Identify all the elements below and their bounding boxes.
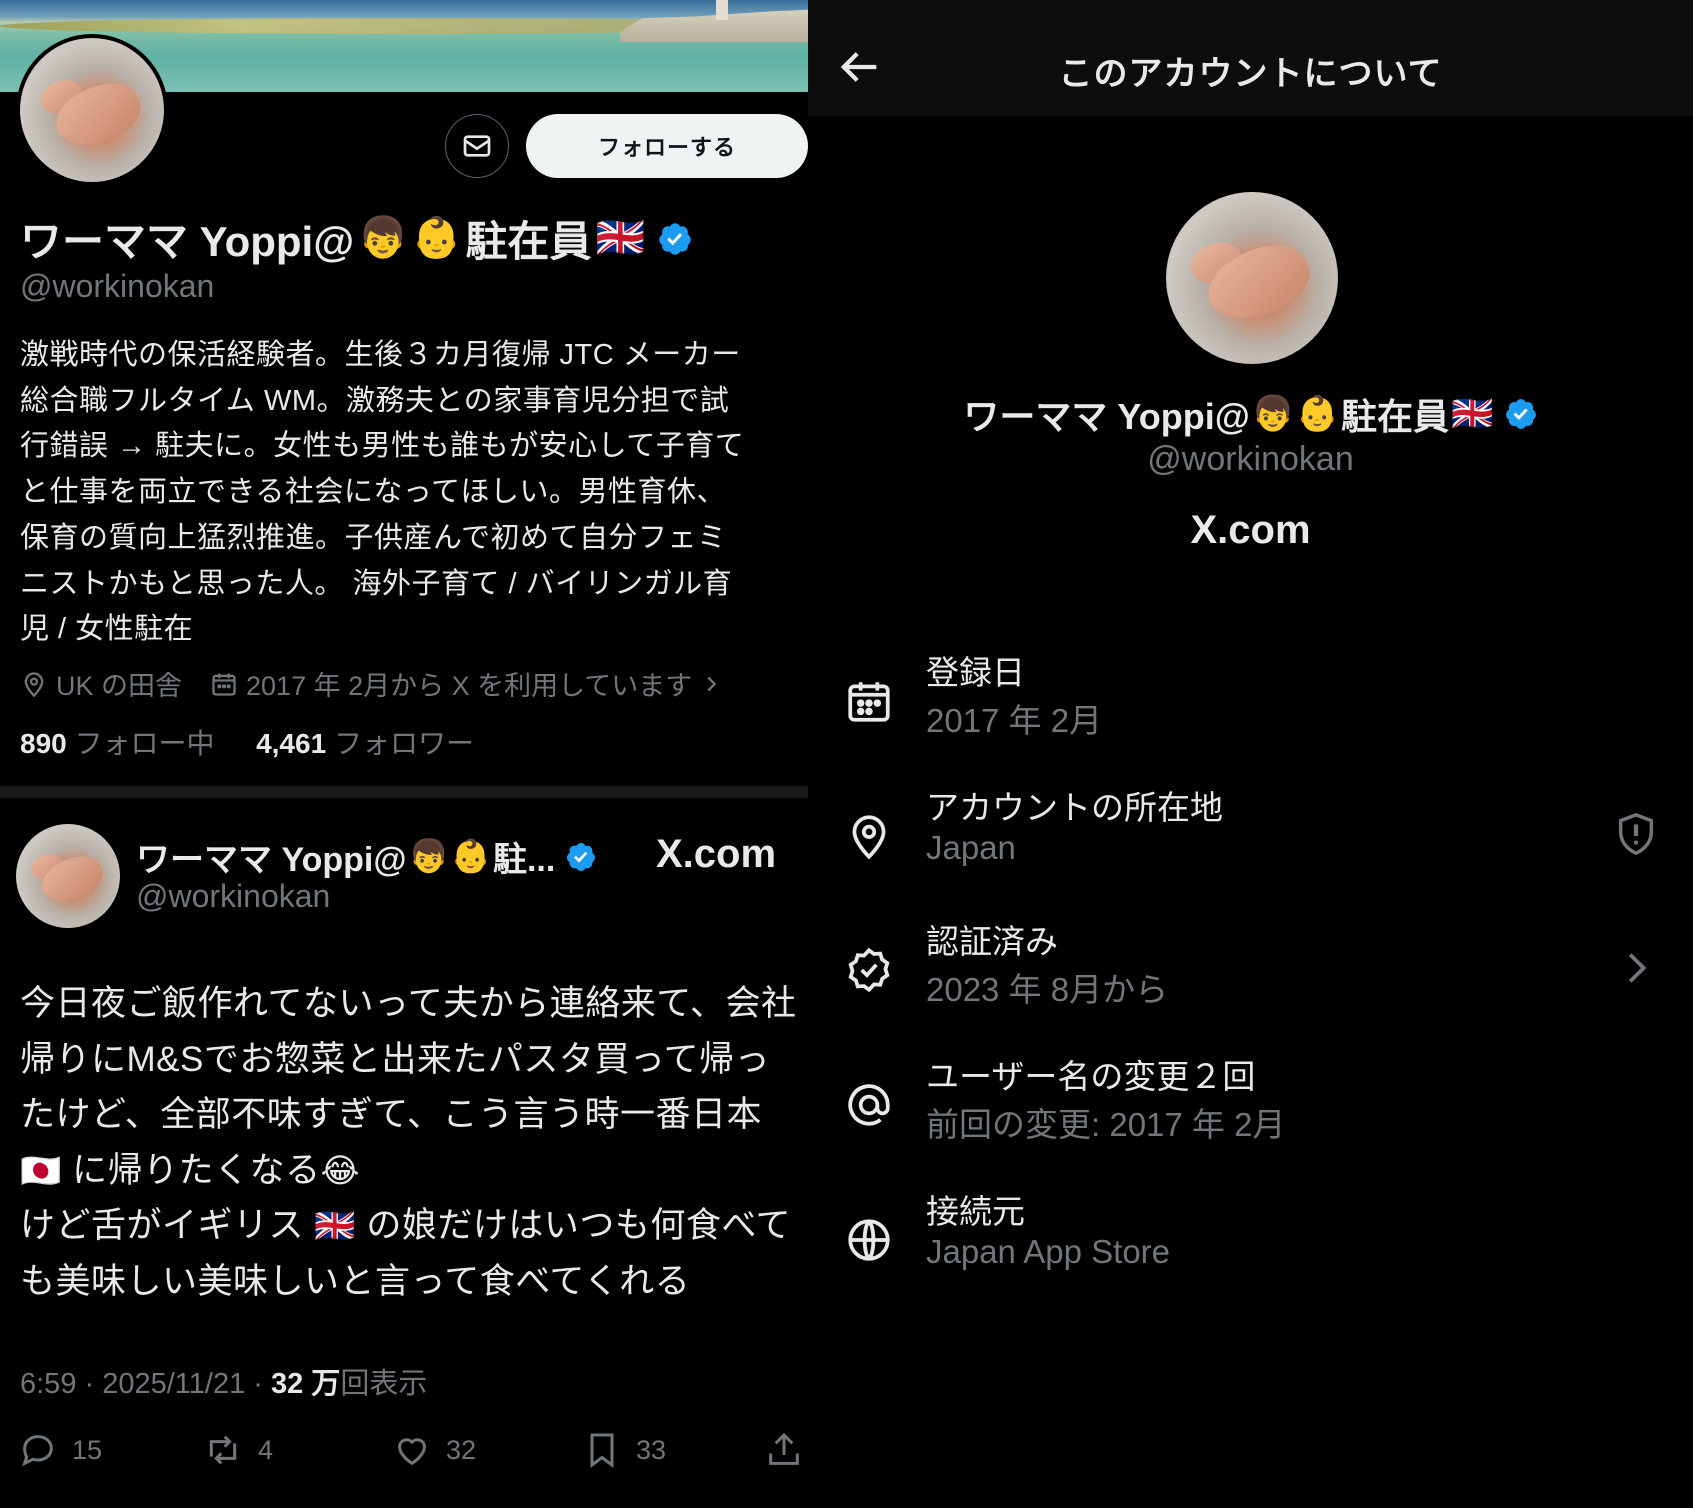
about-account-panel: このアカウントについて ワーママ Yoppi@ 👦 👶 駐在員 🇬🇧 @work… [808,0,1693,1508]
chevron-right-icon [707,676,717,691]
section-divider [0,786,808,798]
shield-alert-icon[interactable] [1613,809,1659,859]
x-logo-text: X.com [1190,508,1311,552]
row-username-changes: ユーザー名の変更２回 前回の変更: 2017 年 2月 [808,1050,1693,1160]
profile-handle: @workinokan [20,268,215,304]
verified-badge-icon[interactable] [657,221,693,257]
mail-icon [463,135,491,157]
profile-meta: UK の田舎 2017 年 2月から X を利用しています [20,664,750,703]
profile-avatar[interactable] [16,34,168,186]
tweet-text: 今日夜ご飯作れてないって夫から連絡来て、会社 帰りにM&Sでお惣菜と出来たパスタ… [20,984,797,1301]
uk-flag-emoji: 🇬🇧 [1451,394,1494,433]
heart-icon [397,1438,427,1466]
uk-flag-emoji: 🇬🇧 [595,215,646,260]
profile-display-name: ワーママ Yoppi@ 👦 👶 駐在員 🇬🇧 [20,208,693,269]
bookmark-button[interactable]: 33 [582,1430,666,1470]
retweet-icon [209,1435,237,1465]
about-display-name: ワーママ Yoppi@ 👦 👶 駐在員 🇬🇧 [808,388,1693,440]
about-avatar [1166,192,1338,364]
reply-button[interactable]: 15 [18,1430,102,1470]
tweet-timestamp[interactable]: 6:59 · 2025/11/21 · 32 万回表示 [20,1360,427,1402]
verified-badge-icon [565,841,597,873]
page-title: このアカウントについて [1058,55,1443,93]
boy-emoji: 👦 [408,838,449,875]
tweet-avatar[interactable] [16,824,120,928]
boy-emoji: 👦 [1251,394,1295,433]
calendar-icon [212,673,236,696]
profile-joined[interactable]: 2017 年 2月から X を利用しています [210,664,722,703]
x-logo-text: X.com [656,832,777,876]
chevron-right-icon [1628,953,1647,983]
uk-flag-emoji: 🇬🇧 [314,1208,357,1245]
profile-location: UK の田舎 [20,664,182,703]
at-icon [848,1084,890,1126]
retweet-button[interactable]: 4 [202,1430,273,1470]
about-header: このアカウントについて [808,0,1693,116]
following-link[interactable]: 890 フォロー中 [20,728,215,759]
profile-bio: 激戦時代の保活経験者。生後３カ月復帰 JTC メーカー 総合職フルタイム WM。… [20,339,745,646]
laughing-emoji: 😂 [320,1152,361,1190]
row-account-location: アカウントの所在地 Japan [808,781,1693,891]
profile-stats: 890 フォロー中 4,461 フォロワー [20,722,474,762]
follow-button[interactable]: フォローする [526,114,808,178]
row-verified[interactable]: 認証済み 2023 年 8月から [808,915,1693,1025]
row-connected-via: 接続元 Japan App Store [808,1185,1693,1295]
verified-badge-icon [848,947,890,993]
tweet-author-handle[interactable]: @workinokan [136,878,330,915]
globe-icon [848,1219,890,1261]
profile-panel: フォローする ワーママ Yoppi@ 👦 👶 駐在員 🇬🇧 @workinoka… [0,0,808,1508]
bookmark-icon [590,1433,614,1468]
row-joined-date: 登録日 2017 年 2月 [808,646,1693,756]
baby-emoji: 👶 [411,215,462,260]
about-handle: @workinokan [1147,440,1354,478]
followers-link[interactable]: 4,461 フォロワー [256,728,474,759]
tweet-author-name[interactable]: ワーママ Yoppi@ 👦 👶 駐... [136,832,597,881]
verified-badge-icon [1504,397,1538,431]
japan-flag-emoji: 🇯🇵 [20,1152,62,1190]
tweet-actions: 15 4 32 33 [18,1430,808,1480]
message-button[interactable] [445,114,509,178]
like-button[interactable]: 32 [392,1430,476,1470]
boy-emoji: 👦 [358,215,408,260]
location-pin-icon [24,671,44,697]
location-icon [852,815,886,860]
baby-emoji: 👶 [1296,394,1339,433]
share-button[interactable] [764,1430,804,1470]
calendar-icon [848,682,890,722]
share-icon [769,1432,799,1465]
reply-icon [22,1435,53,1467]
baby-emoji: 👶 [450,838,491,875]
